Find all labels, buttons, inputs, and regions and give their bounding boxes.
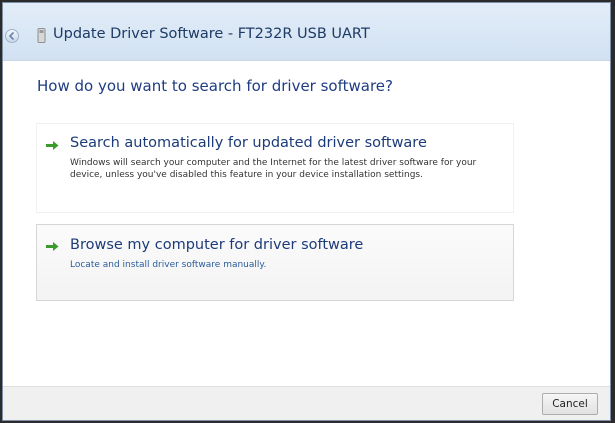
usb-device-icon bbox=[37, 28, 46, 43]
option-description: Locate and install driver software manua… bbox=[70, 260, 267, 270]
back-button[interactable] bbox=[5, 29, 19, 43]
search-automatically-option[interactable]: Search automatically for updated driver … bbox=[36, 123, 514, 213]
dialog-footer: Cancel bbox=[3, 386, 610, 420]
dialog-heading: How do you want to search for driver sof… bbox=[37, 77, 393, 95]
cancel-button[interactable]: Cancel bbox=[542, 393, 598, 415]
update-driver-dialog: Update Driver Software - FT232R USB UART… bbox=[2, 2, 611, 421]
back-arrow-icon bbox=[8, 31, 15, 41]
green-arrow-icon bbox=[46, 242, 59, 251]
green-arrow-icon bbox=[46, 141, 59, 150]
window-title: Update Driver Software - FT232R USB UART bbox=[53, 26, 370, 42]
option-title: Search automatically for updated driver … bbox=[70, 135, 427, 151]
browse-computer-option[interactable]: Browse my computer for driver software L… bbox=[36, 224, 514, 301]
title-bar: Update Driver Software - FT232R USB UART bbox=[3, 3, 610, 61]
option-description: Windows will search your computer and th… bbox=[70, 158, 477, 180]
option-title: Browse my computer for driver software bbox=[70, 237, 364, 253]
